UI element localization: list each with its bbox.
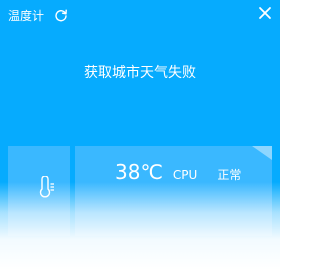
thermometer-icon [39, 176, 54, 198]
refresh-icon[interactable] [54, 8, 68, 22]
thermometer-card [8, 146, 70, 236]
cpu-temperature-card: 38℃ CPU 正常 [75, 146, 272, 236]
card-corner-fold [252, 146, 272, 160]
cpu-label: CPU [172, 168, 198, 182]
close-icon[interactable] [258, 6, 272, 20]
app-title: 温度计 [8, 9, 45, 23]
thermometer-window: 温度计 获取城市天气失败 38℃ CPU 正常 [0, 0, 280, 270]
title-bar: 温度计 [0, 0, 280, 32]
cpu-temperature-value: 38℃ [115, 160, 163, 184]
cpu-reading: 38℃ CPU 正常 [115, 160, 241, 184]
cpu-status: 正常 [217, 168, 242, 182]
weather-status-message: 获取城市天气失败 [84, 65, 196, 81]
